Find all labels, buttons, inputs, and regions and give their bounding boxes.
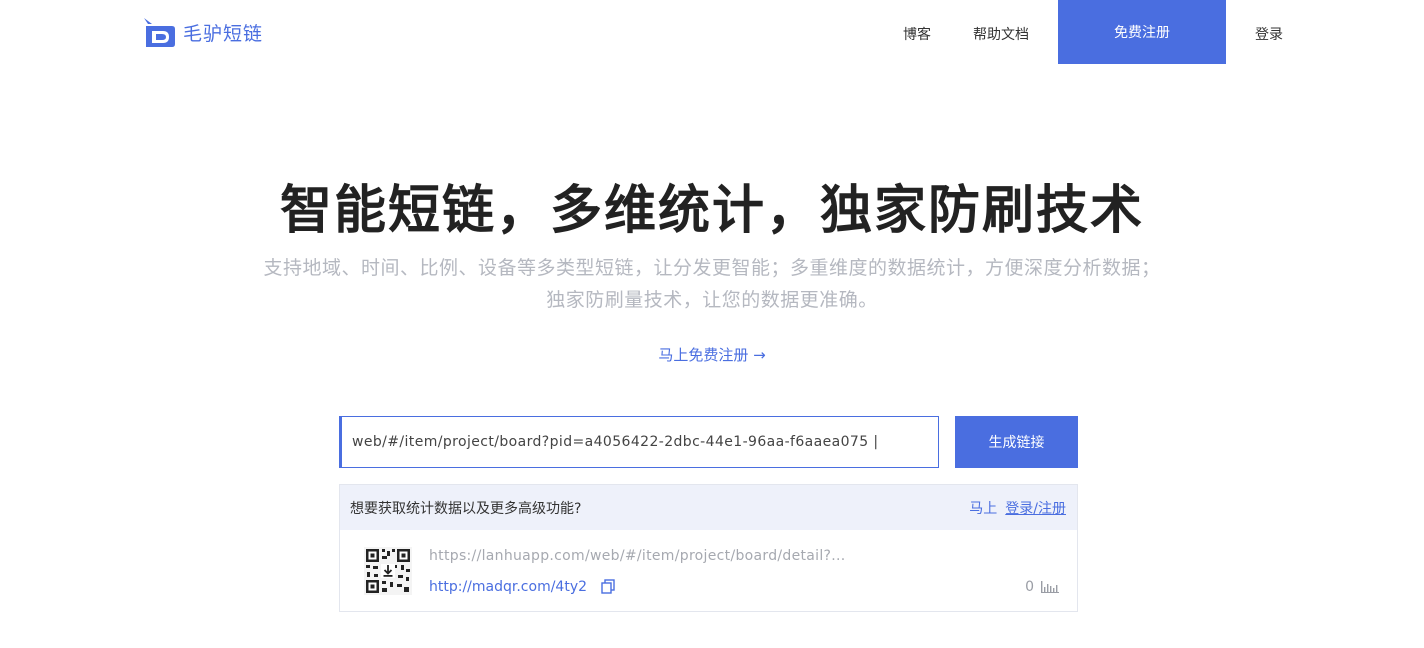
nav-docs-link[interactable]: 帮助文档 — [973, 24, 1029, 44]
logo-text: 毛驴短链 — [183, 22, 264, 45]
result-item: https://lanhuapp.com/web/#/item/project/… — [340, 530, 1077, 611]
click-count: 0 — [1025, 579, 1034, 595]
bar-chart-icon[interactable] — [1041, 581, 1059, 593]
original-long-url: https://lanhuapp.com/web/#/item/project/… — [429, 548, 846, 564]
result-panel-header: 想要获取统计数据以及更多高级功能? 马上 登录/注册 — [340, 485, 1077, 530]
hero-title: 智能短链，多维统计，独家防刷技术 — [279, 181, 1144, 241]
copy-icon[interactable] — [601, 579, 615, 594]
nav-register-label: 免费注册 — [1114, 25, 1170, 41]
long-url-input[interactable] — [339, 416, 939, 468]
logo-icon — [144, 18, 175, 47]
result-panel: 想要获取统计数据以及更多高级功能? 马上 登录/注册 https://lanhu… — [339, 484, 1078, 612]
upgrade-prompt: 想要获取统计数据以及更多高级功能? — [350, 500, 582, 517]
logo[interactable]: 毛驴短链 — [142, 14, 263, 50]
hero-subtitle-line2: 独家防刷量技术，让您的数据更准确。 — [546, 289, 878, 311]
nav-blog-link[interactable]: 博客 — [903, 24, 931, 44]
cta-register-wrapper: 马上免费注册 → — [0, 344, 1424, 365]
login-register-link[interactable]: 登录/注册 — [1005, 501, 1066, 517]
nav-login-link[interactable]: 登录 — [1255, 24, 1283, 44]
cta-register-link[interactable]: 马上免费注册 → — [658, 346, 765, 364]
top-nav-bar: 毛驴短链 博客 帮助文档 免费注册 登录 — [0, 0, 1424, 64]
login-prefix: 马上 — [969, 500, 998, 517]
generate-link-button[interactable]: 生成链接 — [955, 416, 1078, 468]
hero-subtitle-line1: 支持地域、时间、比例、设备等多类型短链，让分发更智能；多重维度的数据统计，方便深… — [263, 257, 1161, 279]
nav-register-button[interactable]: 免费注册 — [1058, 0, 1226, 64]
login-register-actions: 马上 登录/注册 — [969, 498, 1066, 518]
qr-code-icon[interactable] — [364, 547, 412, 595]
short-url-link[interactable]: http://madqr.com/4ty2 — [429, 579, 587, 595]
